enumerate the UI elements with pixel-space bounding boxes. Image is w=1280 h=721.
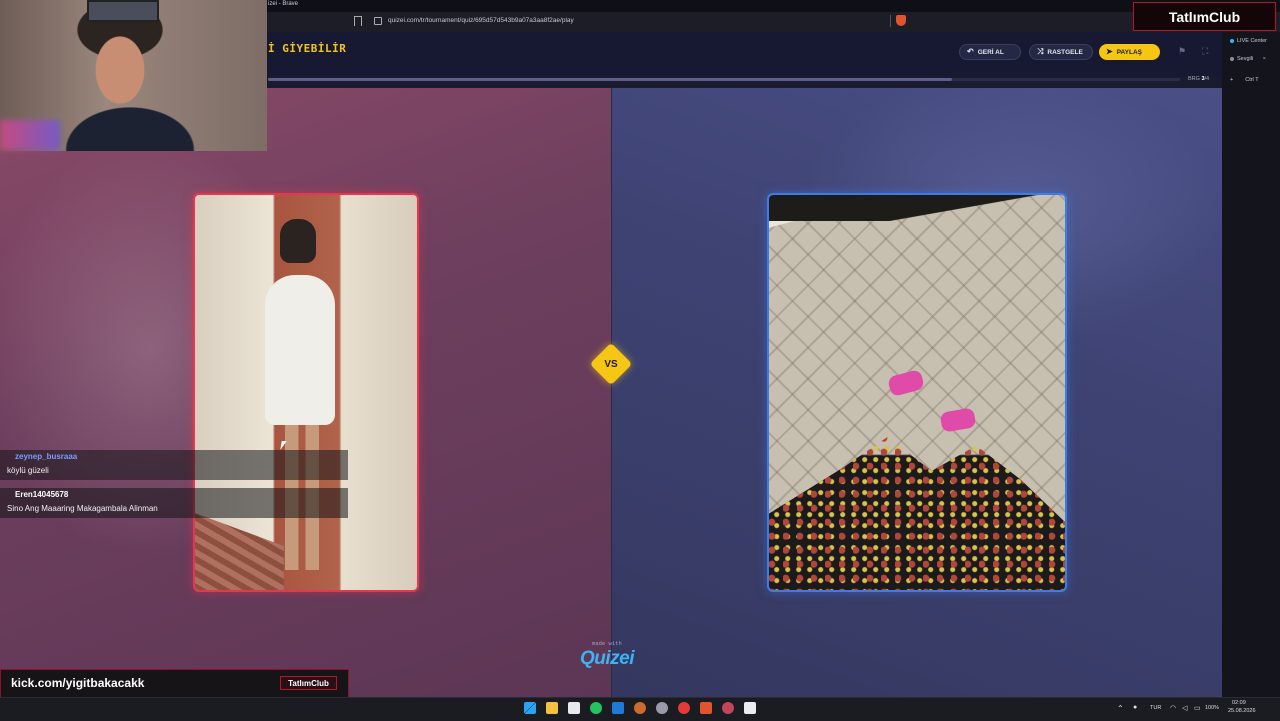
plus-icon: +	[1230, 77, 1234, 83]
recorder-icon[interactable]	[722, 702, 734, 714]
battery-icon[interactable]: ▭	[1194, 704, 1201, 712]
whatsapp-icon[interactable]	[590, 702, 602, 714]
side-tab-label: Sevgili	[1237, 56, 1254, 62]
start-icon[interactable]	[524, 702, 536, 714]
chat-username: zeynep_busraaa	[15, 452, 78, 461]
close-tab-icon[interactable]: ×	[1263, 56, 1266, 62]
settings-icon[interactable]	[656, 702, 668, 714]
quiz-title: İ GİYEBİLİR	[268, 42, 347, 55]
new-tab-item[interactable]: + Ctrl T	[1230, 77, 1259, 83]
media-icon[interactable]	[678, 702, 690, 714]
brave-taskbar-icon[interactable]	[700, 702, 712, 714]
battery-percent: 100%	[1205, 705, 1220, 711]
toolbar-divider	[890, 15, 891, 27]
rgb-light	[0, 120, 60, 150]
share-label: PAYLAŞ	[1116, 48, 1142, 56]
kick-url: kick.com/yigitbakacakk	[11, 676, 145, 690]
right-choice-image[interactable]	[767, 193, 1067, 592]
live-center-label: LIVE Center	[1237, 38, 1267, 44]
random-button[interactable]: ⤨ RASTGELE	[1029, 44, 1093, 60]
tab-title[interactable]: izei - Brave	[268, 1, 298, 7]
send-icon: ➤	[1106, 47, 1113, 56]
clock-date[interactable]: 25.08.2026	[1228, 708, 1256, 714]
person-outfit	[265, 275, 335, 425]
pink-sandal-left	[886, 368, 926, 398]
report-flag-icon[interactable]: ⚑	[1178, 46, 1186, 57]
side-tab-item[interactable]: Sevgili ×	[1230, 56, 1266, 62]
tab-favicon-icon	[1230, 56, 1234, 61]
browser-side-panel	[1222, 32, 1280, 697]
clock-time[interactable]: 02:09	[1232, 700, 1246, 706]
undo-button[interactable]: ↶ GERİ AL	[959, 44, 1021, 60]
vs-label: VS	[604, 358, 618, 370]
round-prefix: BRG	[1188, 76, 1200, 82]
new-tab-shortcut: Ctrl T	[1245, 77, 1259, 83]
shuffle-icon: ⤨	[1037, 47, 1044, 56]
share-button[interactable]: ➤ PAYLAŞ	[1099, 44, 1160, 60]
round-counter: BRG 3/4	[1188, 76, 1209, 82]
calendar-icon[interactable]	[568, 702, 580, 714]
webcam-overlay	[0, 0, 267, 151]
progress-fill	[268, 78, 952, 81]
chat-text: köylü güzeli	[7, 466, 49, 475]
undo-label: GERİ AL	[977, 48, 1004, 56]
language-indicator[interactable]: TUR	[1150, 705, 1161, 711]
mail-icon[interactable]	[612, 702, 624, 714]
tray-chevron-icon[interactable]: ⌃	[1117, 704, 1124, 713]
chat-app-icon[interactable]	[744, 702, 756, 714]
url-field[interactable]: quizei.com/tr/tournament/quiz/695d57d543…	[388, 17, 574, 24]
center-divider	[611, 88, 612, 697]
kick-brand-badge: TatlımClub	[280, 676, 337, 690]
volume-icon[interactable]: ◁	[1182, 704, 1187, 712]
random-label: RASTGELE	[1047, 48, 1083, 56]
fullscreen-icon[interactable]: ⛶	[1202, 46, 1208, 57]
bookmark-icon[interactable]	[354, 16, 362, 26]
brave-shields-icon[interactable]	[896, 15, 906, 26]
quizei-logo[interactable]: Quizei	[580, 648, 635, 670]
file-explorer-icon[interactable]	[546, 702, 558, 714]
wall-frame	[87, 0, 159, 22]
chat-text: Sino Ang Maaaring Makagambala Alinman	[7, 504, 158, 513]
chat-username: Eren14045678	[15, 490, 69, 499]
round-total: /4	[1204, 76, 1210, 82]
live-center-icon	[1230, 38, 1234, 43]
site-info-icon[interactable]	[374, 17, 382, 25]
shadow-strip	[769, 195, 1065, 221]
live-center-item[interactable]: LIVE Center	[1230, 38, 1267, 44]
made-with-label: made with	[592, 641, 622, 647]
left-choice-image[interactable]	[193, 193, 419, 592]
pink-sandal-right	[939, 407, 977, 433]
microphone-icon[interactable]: ●	[1133, 704, 1137, 711]
brand-overlay: TatlımClub	[1133, 2, 1276, 31]
undo-icon: ↶	[967, 47, 974, 56]
app-icon[interactable]	[634, 702, 646, 714]
wifi-icon[interactable]: ◠	[1170, 704, 1176, 712]
floral-pants	[769, 437, 1065, 590]
person-head	[280, 219, 316, 263]
